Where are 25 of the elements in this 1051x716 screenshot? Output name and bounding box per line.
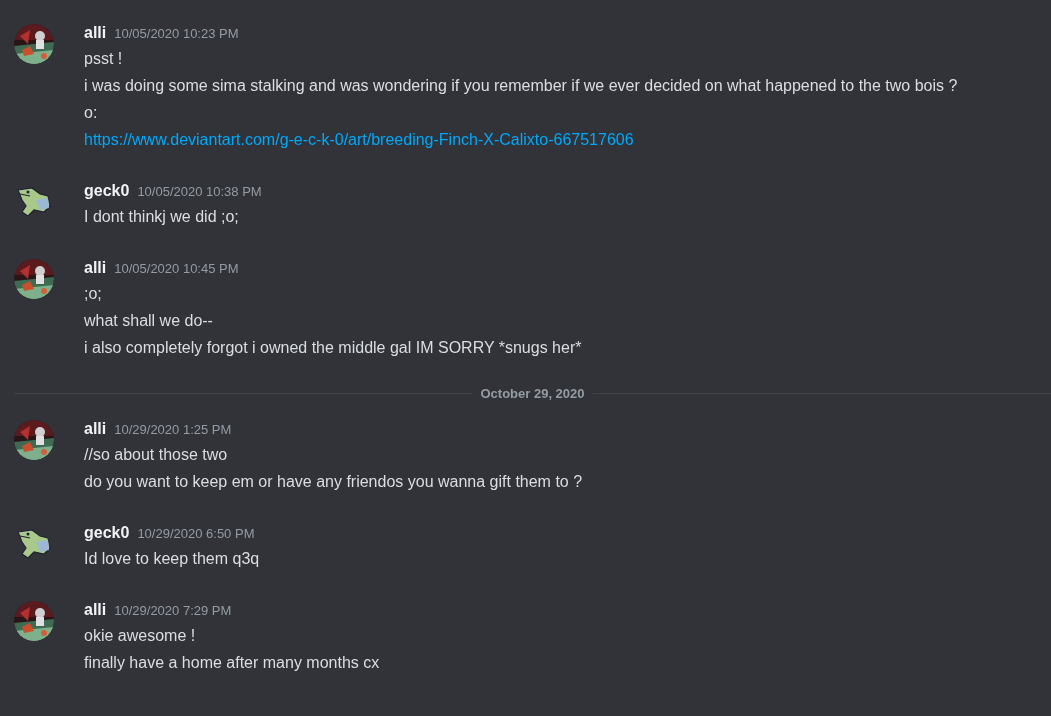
message-text: what shall we do-- bbox=[84, 311, 214, 331]
message-text: ;o; bbox=[84, 284, 103, 304]
message-text: do you want to keep em or have any friendos you wanna gift them to ? bbox=[84, 471, 583, 492]
timestamp: 10/05/2020 10:23 PM bbox=[114, 25, 239, 43]
timestamp: 10/29/2020 7:29 PM bbox=[114, 601, 232, 620]
timestamp: 10/29/2020 1:25 PM bbox=[114, 420, 232, 439]
message-text: finally have a home after many months cx bbox=[84, 652, 380, 673]
username[interactable]: alli bbox=[84, 417, 107, 440]
timestamp: 10/05/2020 10:45 PM bbox=[114, 260, 239, 278]
timestamp: 10/29/2020 6:50 PM bbox=[137, 524, 255, 543]
message-text: psst ! bbox=[84, 49, 124, 69]
message-text: //so about those two bbox=[84, 444, 229, 465]
message-text: Id love to keep them q3q bbox=[84, 548, 260, 569]
message-text: okie awesome ! bbox=[84, 625, 197, 646]
username[interactable]: alli bbox=[84, 598, 107, 621]
message-link[interactable]: https://www.deviantart.com/g-e-c-k-0/art/breeding-Finch-X-Calixto-667517606 bbox=[84, 126, 964, 153]
date-divider: October 29, 2020 bbox=[479, 385, 586, 403]
username[interactable]: geck0 bbox=[84, 521, 130, 544]
username[interactable]: geck0 bbox=[84, 180, 130, 202]
timestamp: 10/05/2020 10:38 PM bbox=[137, 183, 262, 201]
message-text: i was doing some sima stalking and was wondering if you remember if we ever decided on what happened to the two bois ? o: bbox=[84, 76, 959, 123]
username[interactable]: alli bbox=[84, 22, 107, 44]
message-text: I dont thinkj we did ;o; bbox=[84, 207, 240, 227]
username[interactable]: alli bbox=[84, 257, 107, 279]
message-text: i also completely forgot i owned the middle gal IM SORRY *snugs her* bbox=[84, 338, 582, 358]
